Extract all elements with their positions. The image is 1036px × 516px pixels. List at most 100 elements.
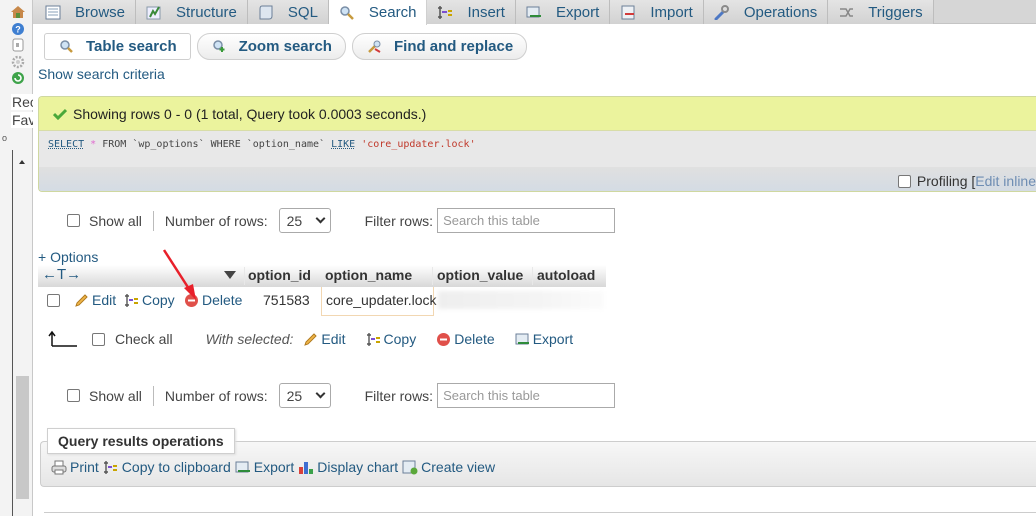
reload-icon[interactable]: [10, 71, 26, 85]
home-icon[interactable]: [10, 5, 26, 19]
bulk-edit-button[interactable]: Edit: [303, 331, 346, 347]
tab-triggers[interactable]: Triggers: [828, 0, 934, 24]
tab-label: Search: [368, 4, 417, 21]
subtab-label: Table search: [86, 38, 177, 55]
number-of-rows-label: Number of rows:: [164, 387, 268, 404]
sql-table-name: `wp_options`: [132, 139, 205, 150]
export-icon: [235, 461, 250, 472]
display-chart-button[interactable]: Display chart: [298, 459, 398, 475]
sql-keyword-select[interactable]: SELECT: [48, 139, 84, 150]
subtab-find-replace[interactable]: Find and replace: [351, 33, 528, 60]
tab-export[interactable]: Export: [515, 0, 611, 24]
row-edit-button[interactable]: Edit: [74, 292, 116, 308]
number-of-rows-select[interactable]: 25: [278, 383, 331, 408]
number-of-rows-label: Number of rows:: [164, 212, 268, 229]
show-all-label: Show all: [89, 387, 142, 404]
divider: [152, 385, 154, 406]
sql-column-name: `option_name`: [246, 139, 326, 150]
sql-query: SELECT * FROM `wp_options` WHERE `option…: [39, 131, 1036, 167]
help-icon[interactable]: ?: [10, 22, 26, 36]
insert-icon: [438, 5, 453, 19]
column-header-option-name[interactable]: option_name: [325, 267, 412, 283]
tab-search[interactable]: Search: [328, 0, 428, 25]
number-of-rows-select[interactable]: 25: [278, 208, 331, 233]
plus-options-link[interactable]: + Options: [38, 249, 98, 265]
edit-inline-link[interactable]: Edit inline: [975, 173, 1036, 189]
bar-chart-icon: [299, 461, 314, 474]
show-search-criteria-link[interactable]: Show search criteria: [38, 66, 165, 82]
export-results-button[interactable]: Export: [235, 459, 294, 475]
copy-icon: [125, 293, 138, 307]
favorite-tables-button[interactable]: Favorites: [11, 112, 33, 128]
tab-structure[interactable]: Structure: [136, 0, 248, 24]
tab-insert[interactable]: Insert: [427, 0, 516, 24]
column-divider: [244, 267, 245, 285]
query-result-box: Showing rows 0 - 0 (1 total, Query took …: [38, 96, 1036, 192]
profiling-checkbox[interactable]: [897, 174, 911, 188]
print-button[interactable]: Print: [51, 459, 99, 475]
tab-label: Import: [650, 3, 693, 21]
tab-import[interactable]: Import: [610, 0, 704, 24]
triggers-icon: [840, 7, 854, 17]
scroll-up-arrow[interactable]: [19, 160, 25, 164]
tab-label: Export: [555, 3, 600, 21]
number-of-rows-value: 25: [286, 387, 303, 404]
copy-to-clipboard-label: Copy to clipboard: [121, 459, 231, 475]
sql-star: *: [90, 139, 97, 150]
filter-rows-input[interactable]: Search this table: [437, 208, 616, 233]
column-header-autoload[interactable]: autoload: [537, 267, 595, 283]
show-all-checkbox[interactable]: [67, 389, 80, 402]
bulk-export-label: Export: [532, 331, 574, 347]
show-all-checkbox[interactable]: [67, 214, 80, 227]
nav-tree-label: o: [2, 133, 8, 143]
with-selected-label: With selected:: [205, 331, 294, 347]
column-resize-arrows[interactable]: ←T→: [42, 266, 81, 283]
settings-icon[interactable]: [10, 55, 26, 69]
tab-browse[interactable]: Browse: [33, 0, 137, 24]
tab-operations[interactable]: Operations: [703, 0, 829, 24]
export-results-label: Export: [253, 459, 295, 475]
results-navigation-bottom: Show all Number of rows: 25 Filter rows:…: [67, 383, 616, 408]
bulk-export-button[interactable]: Export: [515, 331, 573, 347]
create-view-icon: [402, 460, 418, 474]
print-icon: [51, 460, 67, 474]
delete-label: Delete: [202, 292, 243, 308]
create-view-button[interactable]: Create view: [402, 459, 495, 475]
bulk-delete-button[interactable]: Delete: [436, 331, 495, 347]
cell-option-id[interactable]: 751583: [263, 292, 310, 308]
subtab-zoom-search[interactable]: Zoom search: [196, 33, 346, 60]
cell-option-value-blurred[interactable]: [438, 291, 604, 309]
pencil-icon: [75, 293, 88, 307]
filter-rows-input[interactable]: Search this table: [437, 383, 616, 408]
recent-tables-button[interactable]: Recent: [11, 94, 33, 110]
copy-to-clipboard-button[interactable]: Copy to clipboard: [103, 459, 231, 475]
check-all-checkbox[interactable]: [92, 332, 105, 346]
bulk-copy-button[interactable]: Copy: [366, 331, 416, 347]
sql-string-value: 'core_updater.lock': [361, 139, 476, 150]
tab-sql[interactable]: SQL: [247, 0, 329, 24]
profiling-bar: Profiling [Edit inline: [39, 167, 1036, 191]
with-selected-bar: Check all With selected: Edit Copy Delet…: [48, 330, 593, 348]
sql-keyword-like[interactable]: LIKE: [331, 139, 355, 150]
subtab-table-search[interactable]: Table search: [44, 33, 191, 60]
results-navigation-top: Show all Number of rows: 25 Filter rows:…: [67, 208, 616, 233]
create-view-label: Create view: [421, 459, 496, 475]
docs-icon[interactable]: [10, 38, 26, 52]
column-header-option-value[interactable]: option_value: [437, 267, 523, 283]
table-header: ←T→ option_id option_name option_value a…: [38, 265, 606, 287]
nav-scrollbar-thumb[interactable]: [16, 376, 29, 499]
sort-dropdown-icon[interactable]: [224, 271, 236, 279]
divider: [152, 210, 154, 231]
table-row: Edit Copy Delete 751583 core_updater.loc…: [38, 287, 606, 313]
copy-icon: [366, 332, 380, 346]
filter-rows-label: Filter rows:: [364, 387, 434, 404]
cell-option-name[interactable]: core_updater.lock: [326, 292, 437, 308]
column-header-option-id[interactable]: option_id: [248, 267, 311, 283]
row-checkbox[interactable]: [47, 294, 60, 307]
bottom-divider: [44, 512, 1036, 513]
check-all-label[interactable]: Check all: [115, 331, 173, 347]
query-results-operations-legend: Query results operations: [47, 428, 235, 454]
results-table: ←T→ option_id option_name option_value a…: [38, 265, 606, 316]
find-replace-icon: [368, 40, 381, 53]
tab-label: Structure: [176, 3, 237, 21]
